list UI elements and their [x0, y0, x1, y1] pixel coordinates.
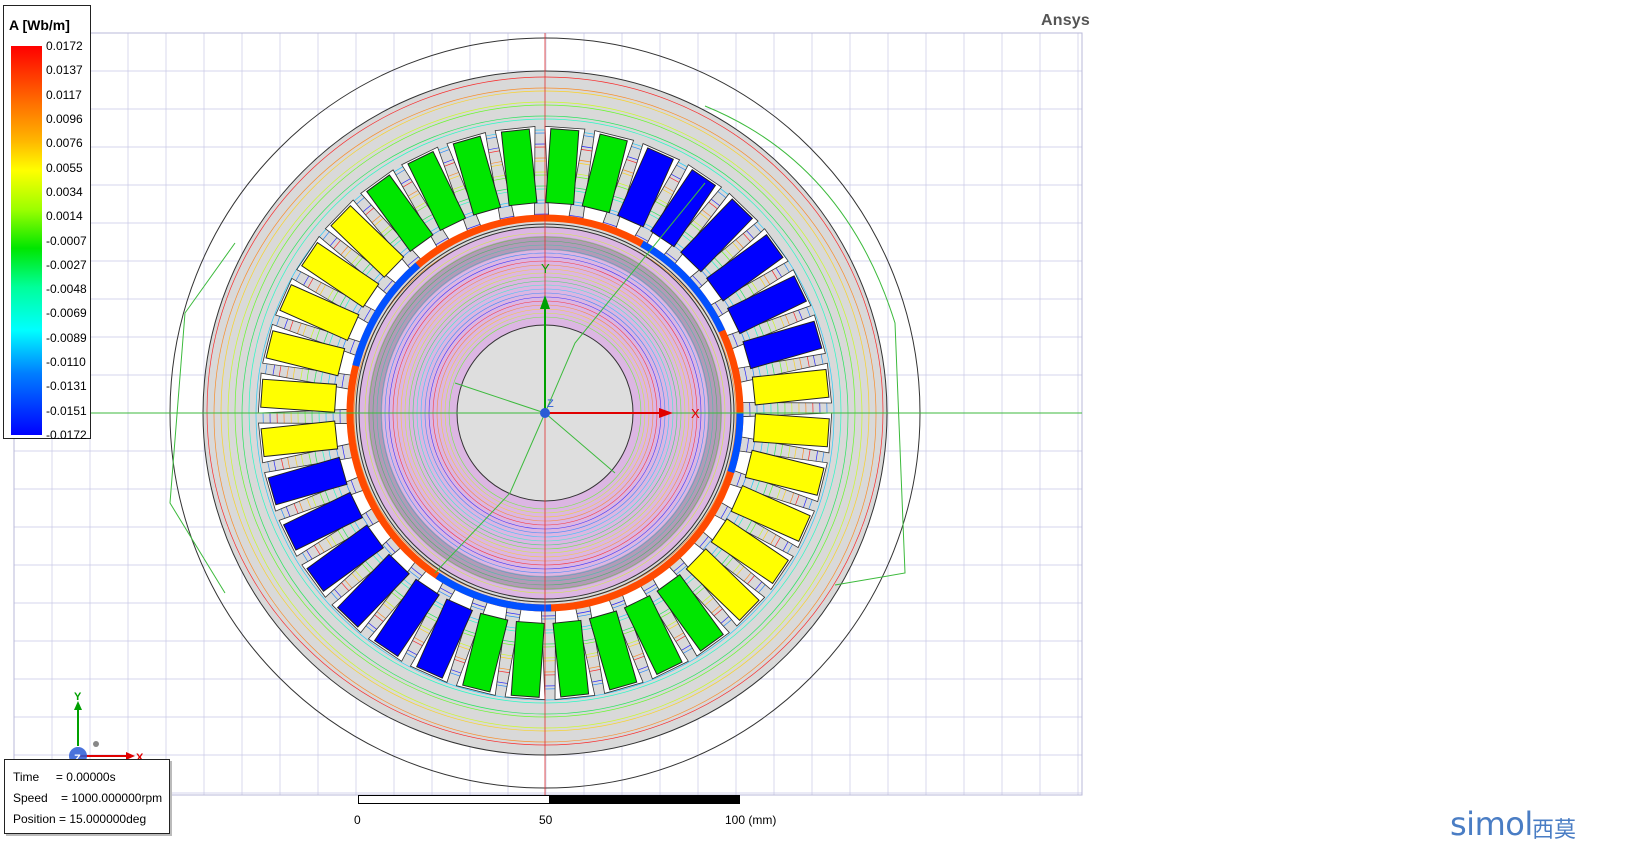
coil	[260, 378, 338, 413]
coil	[545, 128, 580, 206]
legend-label: -0.0089	[46, 330, 87, 345]
simol-watermark: simol	[1450, 805, 1533, 843]
legend-label: 0.0172	[46, 39, 83, 53]
legend-title: A [Wb/m]	[9, 17, 70, 33]
info-speed: Speed = 1000.000000rpm	[13, 791, 163, 805]
scale-label-0: 0	[354, 813, 361, 827]
info-position: Position = 15.000000deg	[13, 812, 147, 826]
scale-label-100: 100 (mm)	[725, 813, 777, 827]
legend-label: 0.0034	[46, 184, 83, 199]
scale-bar	[358, 795, 740, 804]
field-plot[interactable]: Y X Z	[0, 0, 1090, 844]
legend-label: -0.0048	[46, 282, 87, 297]
triad-y-label: Y	[74, 691, 82, 703]
legend-label: 0.0096	[46, 111, 83, 126]
legend-label: 0.0055	[46, 160, 83, 175]
legend-label: 0.0076	[46, 136, 83, 151]
legend-label: -0.0172	[46, 428, 87, 442]
legend-label: -0.0069	[46, 306, 87, 321]
color-legend[interactable]: A [Wb/m] 0.0172 0.0137 0.0117 0.0096 0.0076 0…	[3, 5, 91, 442]
coil	[752, 413, 830, 448]
axis-x-label: X	[691, 406, 700, 421]
axis-z-label: Z	[547, 398, 554, 410]
modeler-viewport[interactable]: Y X Z Ansys A [Wb/m] 0.0172 0.0137 0.0117 0.0…	[0, 0, 1090, 844]
legend-label: -0.0110	[46, 355, 86, 370]
legend-label: 0.0137	[46, 63, 83, 78]
scale-bar-filled	[549, 796, 739, 803]
legend-label: -0.0007	[46, 233, 87, 248]
ansys-logo: Ansys	[1040, 12, 1090, 29]
legend-label: -0.0131	[46, 379, 87, 394]
coil	[510, 620, 545, 698]
axis-y-label: Y	[541, 261, 550, 276]
legend-label: -0.0027	[46, 257, 87, 272]
legend-label: 0.0117	[46, 87, 82, 102]
axis-triad: Y X Z	[69, 691, 144, 765]
info-time: Time = 0.00000s	[13, 770, 116, 784]
legend-color-bar	[11, 46, 42, 435]
solution-info-box: Time = 0.00000s Speed = 1000.000000rpm P…	[4, 759, 170, 834]
legend-label: -0.0151	[46, 403, 87, 418]
legend-label: 0.0014	[46, 209, 83, 224]
simol-watermark-cn: 西莫	[1532, 818, 1577, 843]
scale-label-50: 50	[539, 813, 553, 827]
